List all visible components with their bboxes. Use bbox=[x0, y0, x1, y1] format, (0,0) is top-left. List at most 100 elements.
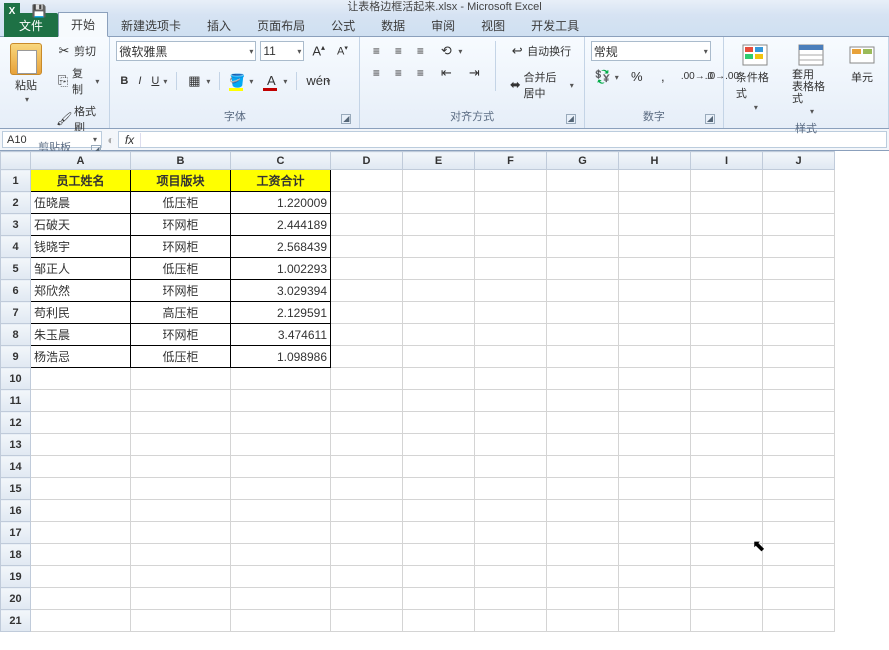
cell[interactable]: 高压柜 bbox=[131, 302, 231, 324]
cell[interactable] bbox=[763, 610, 835, 632]
column-header[interactable]: D bbox=[331, 152, 403, 170]
cut-button[interactable]: ✂剪切 bbox=[52, 41, 103, 61]
row-header[interactable]: 2 bbox=[1, 192, 31, 214]
row-header[interactable]: 19 bbox=[1, 566, 31, 588]
border-button[interactable]: ▦▾ bbox=[182, 71, 214, 91]
cell[interactable] bbox=[131, 412, 231, 434]
tab-insert[interactable]: 插入 bbox=[194, 13, 244, 37]
cell[interactable]: 2.129591 bbox=[231, 302, 331, 324]
cell[interactable]: 环网柜 bbox=[131, 214, 231, 236]
cell[interactable] bbox=[691, 346, 763, 368]
wrap-text-button[interactable]: ↩自动换行 bbox=[505, 41, 578, 61]
cell[interactable] bbox=[331, 280, 403, 302]
accounting-button[interactable]: 💱▾ bbox=[591, 67, 623, 87]
conditional-format-button[interactable]: 条件格式▾ bbox=[730, 41, 780, 114]
cell[interactable] bbox=[691, 500, 763, 522]
cell[interactable] bbox=[331, 214, 403, 236]
cell[interactable] bbox=[231, 456, 331, 478]
row-header[interactable]: 6 bbox=[1, 280, 31, 302]
cell[interactable] bbox=[231, 478, 331, 500]
tab-home[interactable]: 开始 bbox=[58, 12, 108, 37]
cell[interactable] bbox=[619, 500, 691, 522]
cell[interactable]: 朱玉晨 bbox=[31, 324, 131, 346]
cell[interactable] bbox=[619, 368, 691, 390]
cell[interactable] bbox=[475, 544, 547, 566]
row-header[interactable]: 8 bbox=[1, 324, 31, 346]
cell[interactable] bbox=[691, 456, 763, 478]
cell[interactable] bbox=[619, 412, 691, 434]
cell[interactable]: 工资合计 bbox=[231, 170, 331, 192]
cell[interactable] bbox=[403, 522, 475, 544]
cell[interactable] bbox=[763, 192, 835, 214]
cell[interactable] bbox=[763, 390, 835, 412]
cell[interactable] bbox=[547, 544, 619, 566]
column-header[interactable]: A bbox=[31, 152, 131, 170]
cell[interactable] bbox=[231, 500, 331, 522]
row-header[interactable]: 15 bbox=[1, 478, 31, 500]
tab-dev[interactable]: 开发工具 bbox=[518, 13, 592, 37]
cell[interactable] bbox=[619, 390, 691, 412]
tab-data[interactable]: 数据 bbox=[368, 13, 418, 37]
align-right-button[interactable]: ≡ bbox=[410, 63, 430, 83]
cell[interactable] bbox=[475, 522, 547, 544]
cell[interactable] bbox=[31, 588, 131, 610]
cell[interactable] bbox=[763, 588, 835, 610]
cell[interactable] bbox=[31, 390, 131, 412]
row-header[interactable]: 18 bbox=[1, 544, 31, 566]
cell[interactable] bbox=[547, 588, 619, 610]
cell[interactable]: 项目版块 bbox=[131, 170, 231, 192]
cell[interactable] bbox=[131, 588, 231, 610]
cell[interactable] bbox=[619, 566, 691, 588]
column-header[interactable]: I bbox=[691, 152, 763, 170]
cell[interactable] bbox=[619, 588, 691, 610]
tab-view[interactable]: 视图 bbox=[468, 13, 518, 37]
cell[interactable] bbox=[403, 390, 475, 412]
cell[interactable] bbox=[691, 302, 763, 324]
cell[interactable] bbox=[619, 258, 691, 280]
dialog-launcher-icon[interactable]: ◢ bbox=[566, 114, 576, 124]
cell[interactable] bbox=[691, 566, 763, 588]
row-header[interactable]: 11 bbox=[1, 390, 31, 412]
cell[interactable] bbox=[31, 368, 131, 390]
cell[interactable] bbox=[331, 302, 403, 324]
cell[interactable] bbox=[331, 478, 403, 500]
cell[interactable] bbox=[231, 610, 331, 632]
cell[interactable] bbox=[31, 478, 131, 500]
cell[interactable] bbox=[475, 434, 547, 456]
cell[interactable] bbox=[619, 346, 691, 368]
cell[interactable] bbox=[231, 368, 331, 390]
column-header[interactable]: H bbox=[619, 152, 691, 170]
cell[interactable]: 石破天 bbox=[31, 214, 131, 236]
cell[interactable] bbox=[475, 500, 547, 522]
cell[interactable] bbox=[403, 588, 475, 610]
cell[interactable]: 环网柜 bbox=[131, 280, 231, 302]
dialog-launcher-icon[interactable]: ◢ bbox=[341, 114, 351, 124]
cell[interactable] bbox=[403, 412, 475, 434]
expand-fb-icon[interactable]: ◐ bbox=[104, 129, 118, 150]
cell[interactable] bbox=[231, 390, 331, 412]
phonetic-button[interactable]: wén▾ bbox=[302, 71, 334, 91]
cell[interactable] bbox=[31, 434, 131, 456]
cell[interactable]: 伍晓晨 bbox=[31, 192, 131, 214]
cell[interactable] bbox=[547, 324, 619, 346]
cell[interactable] bbox=[547, 522, 619, 544]
cell[interactable] bbox=[547, 390, 619, 412]
font-color-button[interactable]: A▾ bbox=[259, 71, 291, 91]
cell[interactable] bbox=[331, 610, 403, 632]
cell[interactable] bbox=[619, 522, 691, 544]
cell[interactable]: 1.220009 bbox=[231, 192, 331, 214]
cell[interactable] bbox=[619, 456, 691, 478]
cell[interactable] bbox=[619, 170, 691, 192]
cell[interactable] bbox=[31, 566, 131, 588]
cell[interactable] bbox=[691, 412, 763, 434]
cell[interactable] bbox=[475, 258, 547, 280]
cell[interactable] bbox=[547, 214, 619, 236]
cell[interactable] bbox=[403, 236, 475, 258]
paste-button[interactable]: 粘贴 ▾ bbox=[6, 41, 46, 106]
cell[interactable] bbox=[403, 610, 475, 632]
cell[interactable] bbox=[231, 522, 331, 544]
cell[interactable] bbox=[691, 522, 763, 544]
row-header[interactable]: 5 bbox=[1, 258, 31, 280]
cell[interactable] bbox=[547, 302, 619, 324]
cell[interactable] bbox=[403, 478, 475, 500]
